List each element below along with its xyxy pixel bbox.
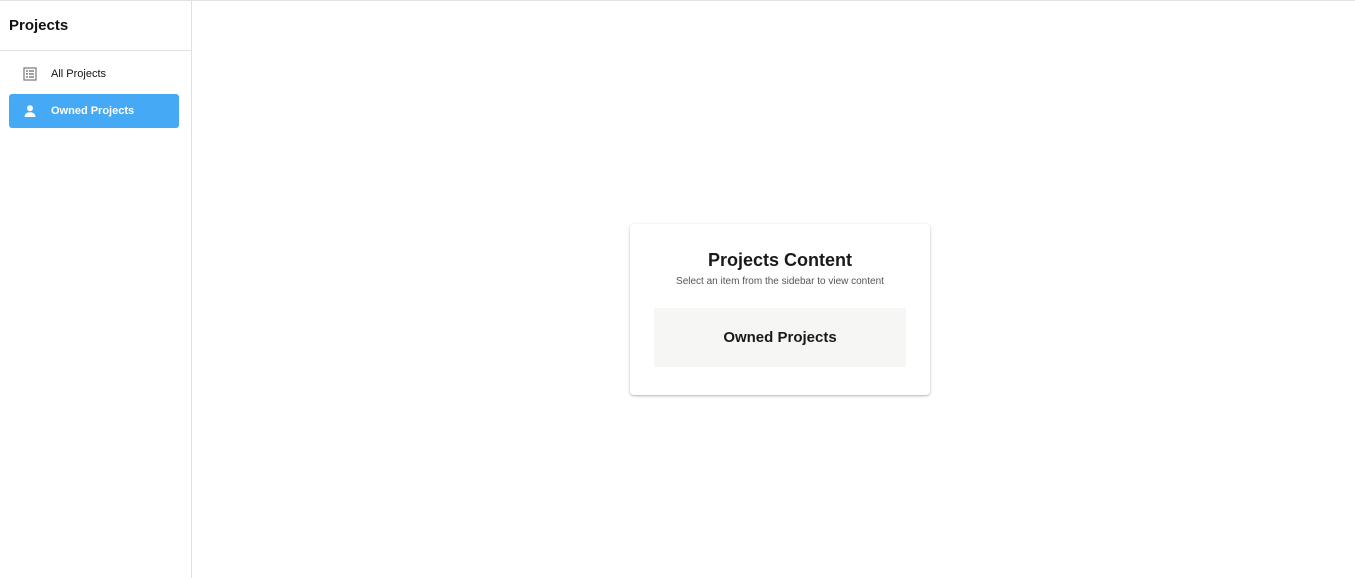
sidebar-item-all-projects[interactable]: All Projects <box>9 57 179 91</box>
sidebar-item-label: All Projects <box>51 68 107 80</box>
list-icon <box>21 65 39 83</box>
card-subtitle: Select an item from the sidebar to view … <box>676 276 884 287</box>
main-content: Projects Content Select an item from the… <box>192 1 1355 578</box>
sidebar: Projects All Projects Owned Projects <box>0 1 192 578</box>
projects-content-card: Projects Content Select an item from the… <box>630 224 930 395</box>
person-icon <box>21 102 39 120</box>
sidebar-header: Projects <box>0 1 191 51</box>
sidebar-title: Projects <box>9 17 69 34</box>
card-title: Projects Content <box>707 250 853 270</box>
selected-item-panel: Owned Projects <box>654 308 906 367</box>
sidebar-nav: All Projects Owned Projects <box>0 57 191 128</box>
sidebar-item-label: Owned Projects <box>51 105 135 117</box>
app-window: Projects All Projects Owned Projects Pro… <box>0 0 1355 578</box>
sidebar-item-owned-projects[interactable]: Owned Projects <box>9 94 179 128</box>
